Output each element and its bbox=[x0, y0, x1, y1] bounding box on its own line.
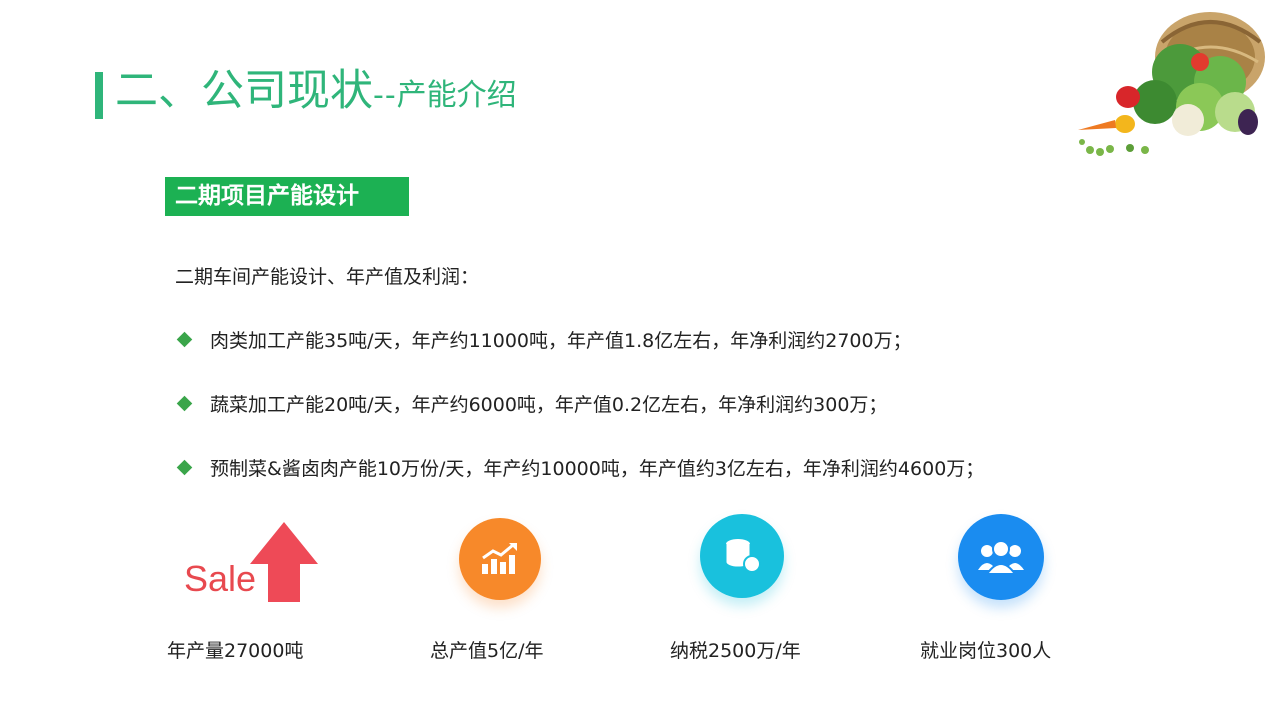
diamond-bullet-icon bbox=[176, 459, 193, 476]
section-badge: 二期项目产能设计 bbox=[165, 177, 409, 216]
bullet-text: 蔬菜加工产能20吨/天，年产约6000吨，年产值0.2亿左右，年净利润约300万… bbox=[210, 394, 888, 416]
stat-label: 年产量27000吨 bbox=[167, 640, 304, 662]
stat-label: 就业岗位300人 bbox=[920, 640, 1052, 662]
section-intro: 二期车间产能设计、年产值及利润： bbox=[175, 266, 480, 288]
growth-chart-icon bbox=[459, 518, 541, 600]
vegetable-basket-image bbox=[1078, 12, 1265, 156]
coin-stack-icon bbox=[700, 514, 784, 598]
title-accent-bar bbox=[95, 72, 103, 119]
page-title-dash: -- bbox=[373, 78, 397, 113]
sale-up-arrow-icon: Sale bbox=[182, 522, 322, 604]
diamond-bullet-icon bbox=[176, 331, 193, 348]
page-title-sub: 产能介绍 bbox=[396, 78, 517, 113]
sale-text: Sale bbox=[184, 558, 257, 599]
bullet-text: 预制菜&酱卤肉产能10万份/天，年产约10000吨，年产值约3亿左右，年净利润约… bbox=[210, 458, 985, 480]
people-icon bbox=[958, 514, 1044, 600]
stat-label: 纳税2500万/年 bbox=[670, 640, 801, 662]
page-title-main: 二、公司现状 bbox=[115, 66, 373, 116]
stat-label: 总产值5亿/年 bbox=[430, 640, 544, 662]
page-title: 二、公司现状--产能介绍 bbox=[115, 70, 517, 113]
bullet-item: 蔬菜加工产能20吨/天，年产约6000吨，年产值0.2亿左右，年净利润约300万… bbox=[176, 390, 888, 417]
bullet-item: 预制菜&酱卤肉产能10万份/天，年产约10000吨，年产值约3亿左右，年净利润约… bbox=[176, 454, 985, 481]
bullet-item: 肉类加工产能35吨/天，年产约11000吨，年产值1.8亿左右，年净利润约270… bbox=[176, 326, 912, 353]
bullet-text: 肉类加工产能35吨/天，年产约11000吨，年产值1.8亿左右，年净利润约270… bbox=[210, 330, 912, 352]
diamond-bullet-icon bbox=[176, 395, 193, 412]
